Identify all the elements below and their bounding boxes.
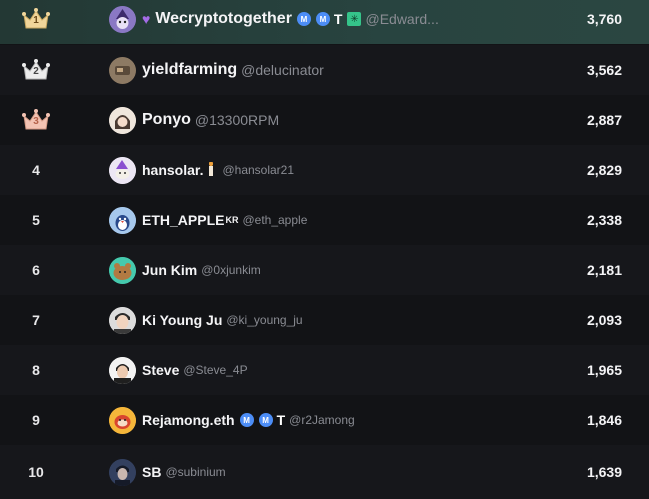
score: 2,093	[586, 312, 622, 328]
rank-number: 1	[33, 15, 39, 26]
leaderboard-row-1[interactable]: 1 ♥ Wecryptotogether M M T ✳ @Edward... …	[0, 0, 649, 44]
user-handle[interactable]: @13300RPM	[195, 112, 279, 128]
user-info: Rejamong.eth M M T @r2Jamong	[142, 412, 582, 428]
leaderboard-row-9[interactable]: 9 Rejamong.eth M M T @r2Jamong 1,846	[0, 395, 649, 445]
user-handle[interactable]: @hansolar21	[222, 163, 294, 177]
country-suffix: KR	[225, 215, 239, 225]
rank-number: 2	[33, 66, 39, 77]
avatar[interactable]	[109, 206, 136, 234]
user-info: Jun Kim @0xjunkim	[142, 262, 582, 278]
user-name[interactable]: Rejamong.eth	[142, 412, 235, 428]
user-handle[interactable]: @0xjunkim	[201, 263, 261, 277]
user-handle[interactable]: @Edward...	[365, 11, 438, 27]
avatar[interactable]	[109, 306, 136, 334]
user-handle[interactable]: @ki_young_ju	[226, 313, 302, 327]
rank-number: 9	[32, 412, 40, 428]
leaderboard-row-7[interactable]: 7 Ki Young Ju @ki_young_ju 2,093	[0, 295, 649, 345]
rank-cell: 1	[0, 7, 72, 31]
user-handle[interactable]: @eth_apple	[242, 213, 307, 227]
t-badge-icon: T	[276, 412, 286, 428]
candle-icon	[209, 162, 214, 176]
score: 2,181	[586, 262, 622, 278]
rank-number: 7	[32, 312, 40, 328]
user-name[interactable]: SB	[142, 464, 161, 480]
m-badge-icon: M	[315, 12, 330, 26]
score: 2,338	[586, 212, 622, 228]
user-info: ETH_APPLE KR @eth_apple	[142, 212, 582, 228]
leaderboard-row-3[interactable]: 3 Ponyo @13300RPM 2,887	[0, 95, 649, 145]
avatar[interactable]	[109, 256, 136, 284]
m-badge-icon: M	[296, 12, 311, 26]
rank-number: 10	[28, 464, 44, 480]
leaderboard-row-4[interactable]: 4 hansolar. @hansolar21 2,829	[0, 145, 649, 195]
user-info: Ki Young Ju @ki_young_ju	[142, 312, 582, 328]
crown-bronze-icon: 3	[20, 108, 52, 132]
leaderboard: 1 ♥ Wecryptotogether M M T ✳ @Edward... …	[0, 0, 649, 499]
score: 3,760	[586, 11, 622, 27]
user-handle[interactable]: @subinium	[165, 465, 225, 479]
score: 3,562	[586, 62, 622, 78]
t-badge-icon: T	[333, 11, 343, 27]
avatar[interactable]	[109, 156, 136, 184]
rank-number: 6	[32, 262, 40, 278]
user-info: SB @subinium	[142, 464, 582, 480]
rank-number: 3	[33, 116, 39, 127]
score: 1,846	[586, 412, 622, 428]
user-name[interactable]: ETH_APPLE	[142, 212, 224, 228]
user-handle[interactable]: @Steve_4P	[183, 363, 247, 377]
m-badge-icon: M	[258, 413, 273, 427]
user-name[interactable]: Steve	[142, 362, 179, 378]
avatar[interactable]	[109, 356, 136, 384]
user-name[interactable]: Ki Young Ju	[142, 312, 222, 328]
purple-heart-icon: ♥	[142, 11, 151, 27]
leaderboard-row-2[interactable]: 2 yieldfarming @delucinator 3,562	[0, 45, 649, 95]
avatar[interactable]	[109, 56, 136, 84]
m-badge-icon: M	[239, 413, 254, 427]
avatar[interactable]	[109, 458, 136, 486]
user-name[interactable]: Wecryptotogether	[155, 10, 292, 28]
rank-number: 4	[32, 162, 40, 178]
avatar[interactable]	[109, 5, 136, 33]
score: 1,639	[586, 464, 622, 480]
user-info: hansolar. @hansolar21	[142, 162, 582, 178]
score: 2,887	[586, 112, 622, 128]
score: 1,965	[586, 362, 622, 378]
asterisk-badge-icon: ✳	[347, 12, 362, 26]
leaderboard-row-6[interactable]: 6 Jun Kim @0xjunkim 2,181	[0, 245, 649, 295]
rank-cell: 3	[0, 108, 72, 132]
rank-number: 8	[32, 362, 40, 378]
user-info: ♥ Wecryptotogether M M T ✳ @Edward...	[142, 10, 582, 28]
user-name[interactable]: Jun Kim	[142, 262, 197, 278]
leaderboard-row-5[interactable]: 5 ETH_APPLE KR @eth_apple 2,338	[0, 195, 649, 245]
crown-silver-icon: 2	[20, 58, 52, 82]
user-name[interactable]: yieldfarming	[142, 61, 237, 79]
avatar[interactable]	[109, 106, 136, 134]
leaderboard-row-10[interactable]: 10 SB @subinium 1,639	[0, 445, 649, 499]
avatar[interactable]	[109, 406, 136, 434]
crown-gold-icon: 1	[20, 7, 52, 31]
user-name[interactable]: hansolar.	[142, 162, 203, 178]
user-handle[interactable]: @r2Jamong	[289, 413, 355, 427]
rank-cell: 2	[0, 58, 72, 82]
user-name[interactable]: Ponyo	[142, 111, 191, 129]
score: 2,829	[586, 162, 622, 178]
user-handle[interactable]: @delucinator	[241, 62, 324, 78]
rank-number: 5	[32, 212, 40, 228]
user-info: yieldfarming @delucinator	[142, 61, 582, 79]
user-info: Steve @Steve_4P	[142, 362, 582, 378]
user-info: Ponyo @13300RPM	[142, 111, 582, 129]
leaderboard-row-8[interactable]: 8 Steve @Steve_4P 1,965	[0, 345, 649, 395]
